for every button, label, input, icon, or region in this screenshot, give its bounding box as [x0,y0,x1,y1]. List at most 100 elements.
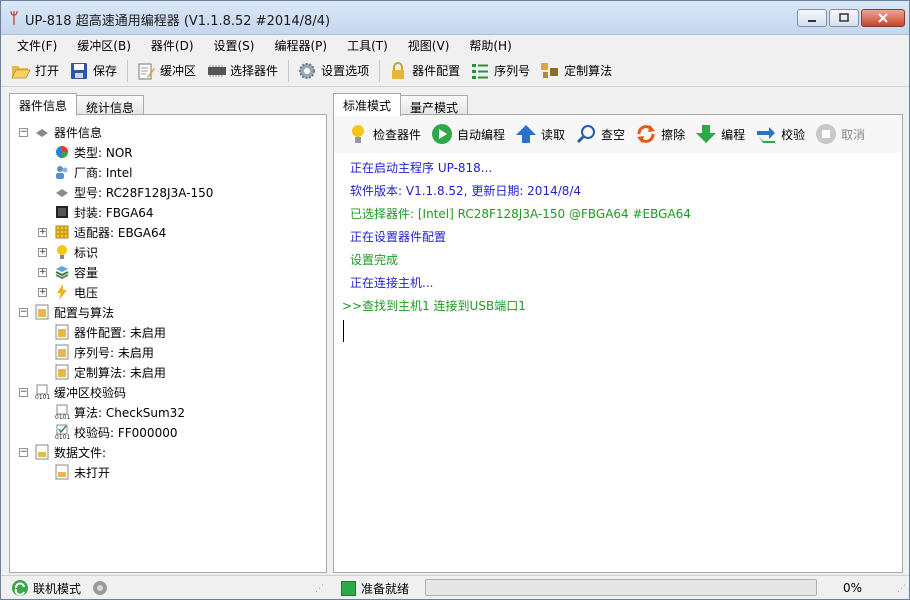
tree-node-checksum[interactable]: 0101 校验码: FF000000 [54,422,177,442]
text-cursor [343,320,344,342]
log-line: 软件版本: V1.1.8.52, 更新日期: 2014/8/4 [350,184,582,198]
config-document-icon [54,344,70,360]
blank-check-button[interactable]: 查空 [572,120,628,148]
tree-label: 配置与算法 [54,305,115,320]
svg-text:0101: 0101 [35,394,50,400]
save-button[interactable]: 保存 [65,58,121,84]
refresh-green-icon [11,579,29,597]
window-controls [797,9,905,27]
verify-label: 校验 [781,127,806,142]
refresh-icon [635,123,657,145]
expand-toggle[interactable]: + [38,228,47,237]
tree-node-algo[interactable]: 0101 算法: CheckSum32 [54,402,185,422]
minimize-button[interactable] [797,9,827,27]
tree-node-device-info[interactable]: 器件信息 [34,122,102,142]
menu-programmer[interactable]: 编程器(P) [266,35,335,55]
window-title: UP-818 超高速通用编程器 (V1.1.8.52 #2014/8/4) [25,14,331,29]
close-button[interactable] [861,9,905,27]
tree-node-adapter[interactable]: 适配器: EBGA64 [54,222,166,242]
tree-node-buffer-checksum[interactable]: 0101 缓冲区校验码 [34,382,126,402]
play-icon [431,123,453,145]
tree-node-config-algo[interactable]: 配置与算法 [34,302,114,322]
collapse-toggle[interactable]: − [19,128,28,137]
menu-device[interactable]: 器件(D) [143,35,202,55]
tree-node-custom-algo[interactable]: 定制算法: 未启用 [54,362,166,382]
device-config-button[interactable]: 器件配置 [384,58,464,84]
swap-arrows-icon [755,123,777,145]
arrow-up-icon [515,123,537,145]
resize-grip[interactable]: ⋰ [897,585,906,594]
expand-toggle[interactable]: + [38,248,47,257]
tree-node-not-opened[interactable]: 未打开 [54,462,110,482]
edit-document-icon [136,61,156,81]
menu-bar: 文件(F) 缓冲区(B) 器件(D) 设置(S) 编程器(P) 工具(T) 视图… [1,35,909,55]
tab-standard-mode[interactable]: 标准模式 [333,93,402,116]
menu-help[interactable]: 帮助(H) [461,35,519,55]
chip-icon [54,184,70,200]
collapse-toggle[interactable]: − [19,388,28,397]
bga-package-icon [54,204,70,220]
tree-node-dev-config[interactable]: 器件配置: 未启用 [54,322,166,342]
file-icon [54,464,70,480]
tree-node-data-file[interactable]: 数据文件: [34,442,106,462]
tab-mass-mode[interactable]: 量产模式 [400,95,469,116]
expand-toggle[interactable]: + [38,268,47,277]
cancel-label: 取消 [841,127,866,142]
main-toolbar: 打开 保存 缓冲区 选择器件 设置选项 器件配置 序列号 定制算法 [1,55,909,87]
read-button[interactable]: 读取 [512,120,568,148]
menu-view[interactable]: 视图(V) [400,35,458,55]
verify-button[interactable]: 校验 [752,120,808,148]
buffer-button[interactable]: 缓冲区 [132,58,200,84]
title-bar[interactable]: ᛘ UP-818 超高速通用编程器 (V1.1.8.52 #2014/8/4) [1,1,909,35]
blank-check-label: 查空 [601,127,626,142]
tree-node-serial[interactable]: 序列号: 未启用 [54,342,154,362]
log-line: 正在连接主机... [350,276,434,290]
tree-node-vendor[interactable]: 厂商: Intel [54,162,132,182]
tree-node-mark[interactable]: 标识 [54,242,98,262]
tree-label: 算法: CheckSum32 [74,405,185,420]
stop-icon [815,123,837,145]
custom-algo-button[interactable]: 定制算法 [536,58,616,84]
erase-button[interactable]: 擦除 [632,120,688,148]
open-label: 打开 [35,64,60,78]
serial-button[interactable]: 序列号 [466,58,534,84]
output-log[interactable]: 正在启动主程序 UP-818... 软件版本: V1.1.8.52, 更新日期: … [342,157,890,318]
svg-text:0101: 0101 [55,414,70,420]
tab-device-info[interactable]: 器件信息 [9,93,78,116]
menu-buffer[interactable]: 缓冲区(B) [69,35,139,55]
collapse-toggle[interactable]: − [19,308,28,317]
menu-file[interactable]: 文件(F) [9,35,65,55]
checked-binary-icon: 0101 [54,424,70,440]
expand-toggle[interactable]: + [38,288,47,297]
tab-stats[interactable]: 统计信息 [76,95,145,116]
people-icon [54,164,70,180]
open-button[interactable]: 打开 [7,58,63,84]
status-bar: 联机模式 ⋰ 准备就绪 0% ⋰ [1,575,909,599]
tree-label: 未打开 [74,465,111,480]
erase-label: 擦除 [661,127,686,142]
tree-node-capacity[interactable]: 容量 [54,262,98,282]
select-device-button[interactable]: 选择器件 [202,58,282,84]
close-icon [878,13,888,23]
list-icon [470,61,490,81]
buffer-label: 缓冲区 [160,64,197,78]
menu-tools[interactable]: 工具(T) [339,35,396,55]
menu-settings[interactable]: 设置(S) [206,35,263,55]
tree-node-type[interactable]: 类型: NOR [54,142,133,162]
gear-icon [297,61,317,81]
progress-percent: 0% [843,581,863,595]
program-button[interactable]: 编程 [692,120,748,148]
tree-label: 序列号: 未启用 [74,345,154,360]
settings-button[interactable]: 设置选项 [293,58,373,84]
lightbulb-icon [347,123,369,145]
auto-program-label: 自动编程 [457,127,506,142]
tree-node-package[interactable]: 封装: FBGA64 [54,202,154,222]
maximize-button[interactable] [829,9,859,27]
cancel-button[interactable]: 取消 [812,120,868,148]
collapse-toggle[interactable]: − [19,448,28,457]
tree-label: 缓冲区校验码 [54,385,127,400]
check-device-button[interactable]: 检查器件 [344,120,424,148]
tree-node-voltage[interactable]: 电压 [54,282,98,302]
auto-program-button[interactable]: 自动编程 [428,120,508,148]
tree-node-model[interactable]: 型号: RC28F128J3A-150 [54,182,213,202]
